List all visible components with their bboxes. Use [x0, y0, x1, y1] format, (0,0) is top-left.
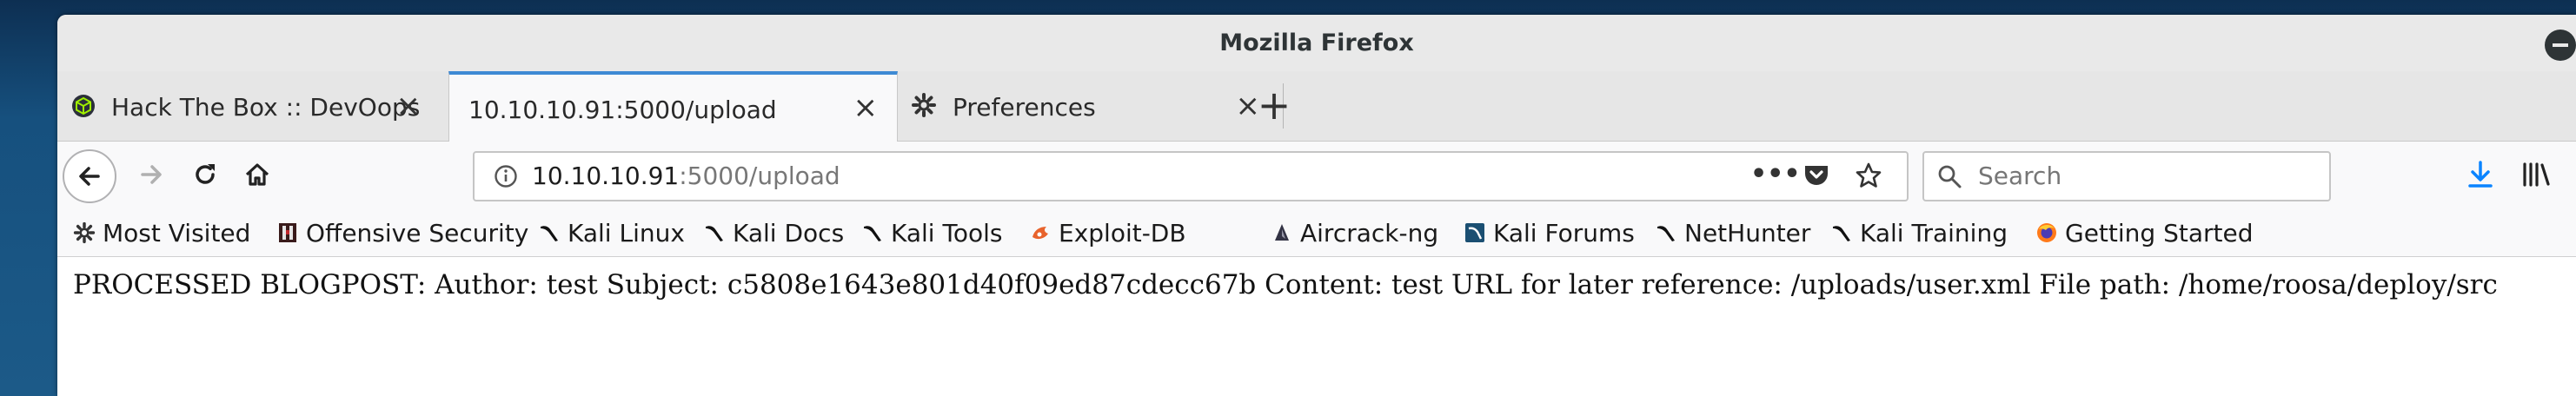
firefox-icon [2037, 223, 2056, 242]
kali-forums-icon [1465, 223, 1484, 242]
bookmark-label: NetHunter [1684, 218, 1811, 248]
kali-dragon-icon [706, 226, 723, 241]
url-bar[interactable]: 10.10.10.91:5000/upload ••• [473, 151, 1909, 201]
bookmarks-toolbar: Most Visited Offensive Security Kali Lin… [57, 209, 2576, 257]
bookmark-most-visited[interactable]: Most Visited [73, 209, 250, 256]
processed-blogpost-text: PROCESSED BLOGPOST: Author: test Subject… [73, 269, 2498, 300]
offsec-icon [279, 223, 296, 242]
aircrack-icon [1275, 224, 1289, 241]
download-arrow-icon [2468, 161, 2493, 188]
url-text[interactable]: 10.10.10.91:5000/upload [532, 153, 840, 200]
tab-hack-the-box[interactable]: Hack The Box :: DevOops × [57, 73, 440, 141]
reload-button[interactable] [189, 159, 221, 190]
back-arrow-icon [79, 167, 100, 186]
bookmark-label: Kali Linux [568, 218, 685, 248]
bookmark-kali-forums[interactable]: Kali Forums [1464, 209, 1635, 256]
window-title: Mozilla Firefox [1219, 30, 1414, 56]
kali-dragon-icon [541, 226, 558, 241]
library-button[interactable] [2519, 159, 2553, 190]
bookmark-label: Getting Started [2065, 218, 2254, 248]
navigation-toolbar: 10.10.10.91:5000/upload ••• Search [57, 142, 2576, 209]
close-icon[interactable]: × [853, 90, 879, 125]
bookmark-label: Exploit-DB [1059, 218, 1186, 248]
browser-window: Mozilla Firefox Hack The Box :: DevOops … [57, 15, 2576, 396]
bookmark-kali-tools[interactable]: Kali Tools [861, 209, 1002, 256]
search-bar[interactable]: Search [1922, 151, 2331, 201]
downloads-button[interactable] [2465, 159, 2496, 190]
bookmark-star-icon[interactable] [1855, 162, 1882, 193]
bookmark-label: Kali Training [1860, 218, 2008, 248]
bookmark-label: Kali Forums [1493, 218, 1635, 248]
bookmark-exploit-db[interactable]: Exploit-DB [1029, 209, 1186, 256]
kali-dragon-icon [1657, 226, 1675, 241]
bookmark-label: Kali Docs [733, 218, 845, 248]
forward-button[interactable] [136, 159, 167, 190]
back-button[interactable] [63, 149, 116, 203]
bookmark-label: Offensive Security [306, 218, 529, 248]
info-icon[interactable] [494, 164, 518, 192]
bookmark-aircrack-ng[interactable]: Aircrack-ng [1271, 209, 1438, 256]
tab-label: Preferences [953, 92, 1096, 122]
bookmark-getting-started[interactable]: Getting Started [2035, 209, 2253, 256]
kali-dragon-icon [864, 226, 881, 241]
home-button[interactable] [242, 159, 273, 190]
close-icon[interactable]: × [396, 89, 422, 123]
title-bar[interactable]: Mozilla Firefox [57, 15, 2576, 72]
bookmark-kali-linux[interactable]: Kali Linux [538, 209, 685, 256]
exploitdb-icon [1032, 227, 1048, 240]
home-icon [245, 163, 269, 186]
htb-cube-icon [71, 94, 96, 118]
bookmark-nethunter[interactable]: NetHunter [1655, 209, 1810, 256]
bookmark-label: Kali Tools [891, 218, 1003, 248]
pocket-icon[interactable] [1803, 162, 1830, 192]
page-content: PROCESSED BLOGPOST: Author: test Subject… [57, 257, 2576, 396]
url-host: 10.10.10.91 [532, 162, 680, 190]
bookmark-label: Aircrack-ng [1300, 218, 1439, 248]
tab-preferences[interactable]: Preferences × [897, 73, 1279, 141]
search-icon [1936, 163, 1962, 193]
library-icon [2523, 162, 2550, 187]
bookmark-label: Most Visited [103, 218, 251, 248]
tab-bar: Hack The Box :: DevOops × 10.10.10.91:50… [57, 71, 2576, 144]
page-actions-icon[interactable]: ••• [1750, 162, 1801, 188]
tab-label: Hack The Box :: DevOops [111, 92, 421, 122]
forward-arrow-icon [141, 165, 162, 184]
kali-dragon-icon [1833, 226, 1850, 241]
tab-upload[interactable]: 10.10.10.91:5000/upload × [448, 71, 898, 144]
bookmark-offensive-security[interactable]: Offensive Security [276, 209, 528, 256]
search-input[interactable]: Search [1978, 153, 2061, 200]
minimize-button[interactable] [2545, 30, 2576, 61]
gear-icon [911, 92, 937, 124]
tab-label: 10.10.10.91:5000/upload [468, 95, 777, 124]
url-path: :5000/upload [679, 162, 840, 190]
new-tab-button[interactable]: + [1250, 76, 1298, 134]
bookmark-kali-docs[interactable]: Kali Docs [703, 209, 844, 256]
reload-icon [196, 164, 215, 184]
bookmark-kali-training[interactable]: Kali Training [1830, 209, 2008, 256]
gear-icon [73, 221, 96, 244]
